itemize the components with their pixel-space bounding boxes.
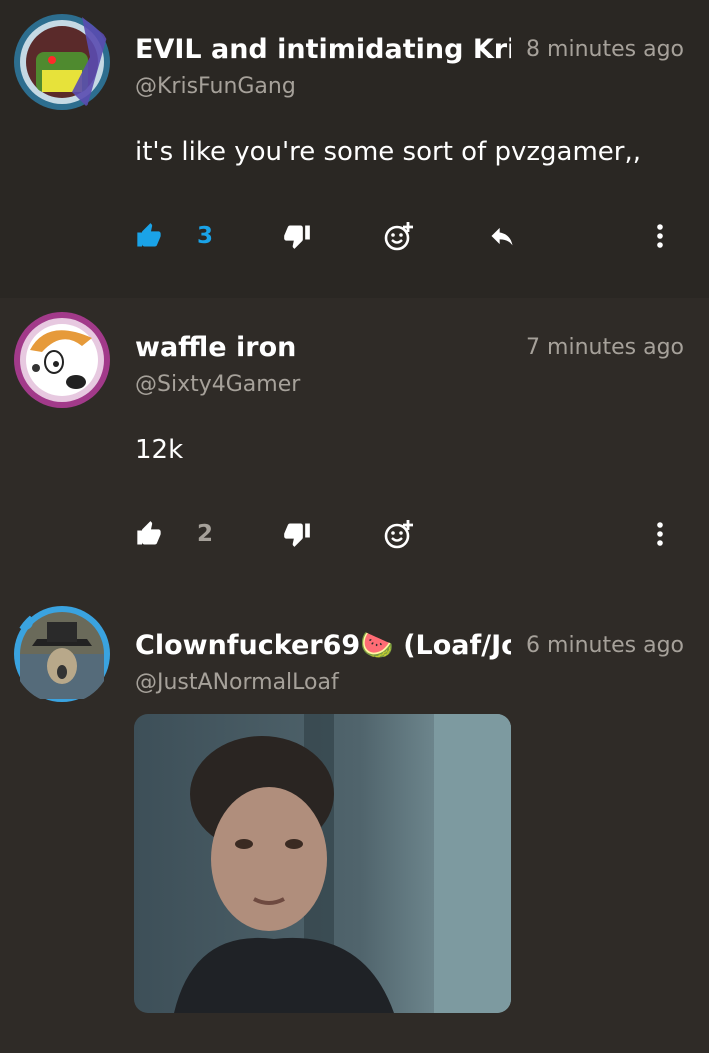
thumbs-up-icon bbox=[137, 223, 161, 247]
dislike-button[interactable] bbox=[283, 218, 311, 254]
add-reaction-icon bbox=[384, 222, 413, 251]
author-name[interactable]: EVIL and intimidating Kris bbox=[135, 34, 511, 66]
more-options-button[interactable] bbox=[655, 218, 665, 254]
avatar[interactable] bbox=[12, 12, 112, 112]
thumbs-down-icon bbox=[284, 523, 310, 547]
more-icon bbox=[657, 522, 663, 546]
like-button[interactable] bbox=[135, 218, 163, 254]
like-button[interactable] bbox=[135, 516, 163, 552]
author-name[interactable]: Clownfucker69🍉 (Loaf/Jo bbox=[135, 630, 511, 662]
timestamp: 7 minutes ago bbox=[516, 334, 684, 362]
add-reaction-button[interactable] bbox=[383, 218, 415, 254]
more-options-button[interactable] bbox=[655, 516, 665, 552]
comment: Clownfucker69🍉 (Loaf/Jo 6 minutes ago @J… bbox=[0, 596, 709, 1053]
avatar[interactable] bbox=[12, 310, 112, 410]
reply-icon bbox=[491, 227, 513, 246]
add-reaction-icon bbox=[384, 520, 413, 549]
avatar[interactable] bbox=[12, 604, 112, 704]
thumbs-down-icon bbox=[284, 225, 310, 249]
author-handle[interactable]: @Sixty4Gamer bbox=[135, 372, 300, 398]
gif-image[interactable] bbox=[134, 714, 511, 1013]
author-handle[interactable]: @JustANormalLoaf bbox=[135, 670, 339, 696]
comment-actions: 2 bbox=[135, 516, 685, 556]
comment-actions: 3 bbox=[135, 218, 685, 258]
timestamp: 6 minutes ago bbox=[516, 632, 684, 660]
dislike-button[interactable] bbox=[283, 516, 311, 552]
like-count: 3 bbox=[197, 223, 214, 249]
comment: EVIL and intimidating Kris 8 minutes ago… bbox=[0, 0, 709, 298]
comment-text: 12k bbox=[135, 435, 184, 465]
comment-text: it's like you're some sort of pvzgamer,, bbox=[135, 137, 641, 167]
like-count: 2 bbox=[197, 521, 214, 547]
add-reaction-button[interactable] bbox=[383, 516, 415, 552]
comment: waffle iron 7 minutes ago @Sixty4Gamer 1… bbox=[0, 298, 709, 596]
author-handle[interactable]: @KrisFunGang bbox=[135, 74, 296, 100]
more-icon bbox=[657, 224, 663, 248]
timestamp: 8 minutes ago bbox=[516, 36, 684, 64]
thumbs-up-icon bbox=[137, 521, 161, 545]
author-name[interactable]: waffle iron bbox=[135, 332, 296, 364]
reply-button[interactable] bbox=[487, 218, 517, 254]
